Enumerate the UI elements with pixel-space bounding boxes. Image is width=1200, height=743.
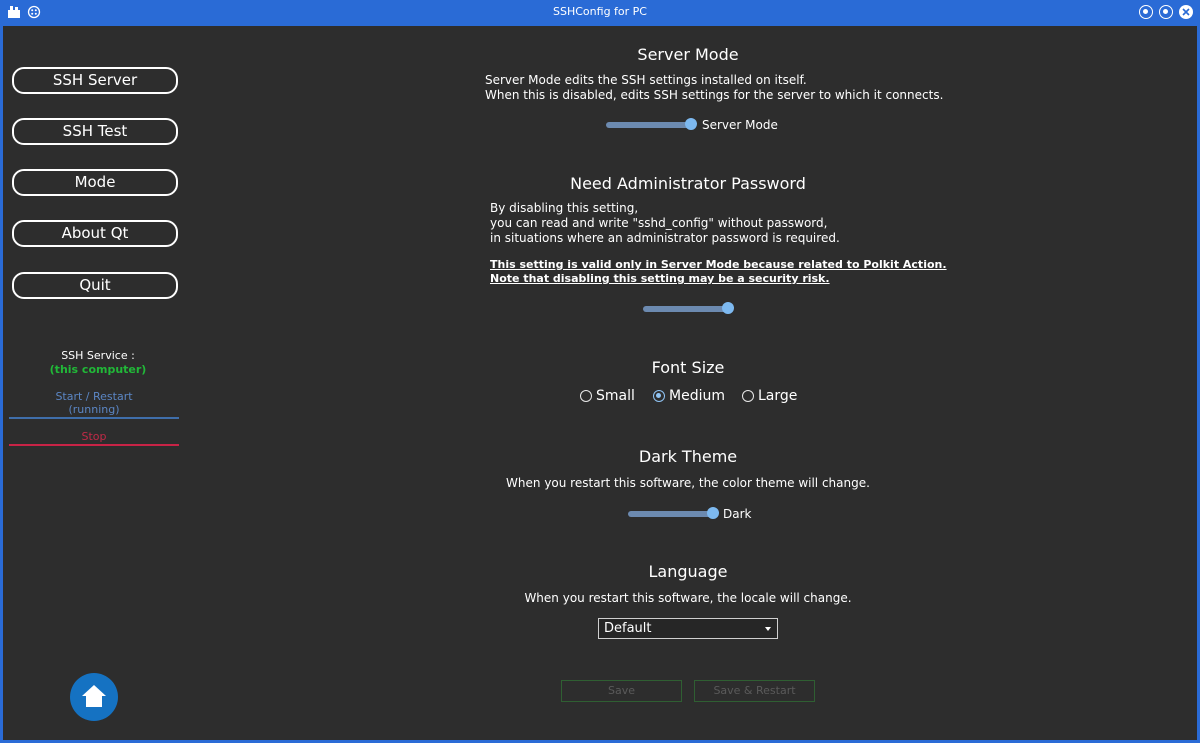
app-window: SSHConfig for PC SSH Server SSH Test Mod… — [0, 0, 1200, 743]
admin-desc-line3: in situations where an administrator pas… — [490, 231, 840, 245]
font-size-small-radio[interactable]: Small — [580, 388, 635, 404]
admin-password-toggle[interactable] — [643, 302, 735, 316]
radio-indicator-selected — [653, 390, 665, 402]
font-size-large-label: Large — [758, 388, 798, 404]
sidebar: SSH Server SSH Test Mode About Qt Quit S… — [3, 26, 193, 740]
server-mode-title: Server Mode — [637, 45, 739, 64]
dark-theme-toggle-label: Dark — [723, 507, 752, 521]
language-description: When you restart this software, the loca… — [524, 591, 852, 605]
mode-button[interactable]: Mode — [12, 169, 178, 196]
font-size-small-label: Small — [596, 388, 635, 404]
dark-theme-title: Dark Theme — [638, 447, 738, 466]
language-title: Language — [648, 562, 728, 581]
quit-button[interactable]: Quit — [12, 272, 178, 299]
start-restart-button[interactable]: Start / Restart (running) — [9, 390, 179, 419]
home-button[interactable] — [70, 673, 118, 721]
settings-panel: Server Mode Server Mode edits the SSH se… — [193, 26, 1197, 740]
language-select[interactable]: Default — [598, 618, 778, 639]
ssh-server-button[interactable]: SSH Server — [12, 67, 178, 94]
admin-warning-line1: This setting is valid only in Server Mod… — [490, 258, 947, 271]
radio-indicator — [742, 390, 754, 402]
font-size-large-radio[interactable]: Large — [742, 388, 797, 404]
maximize-button[interactable] — [1159, 5, 1173, 19]
admin-desc-line1: By disabling this setting, — [490, 201, 639, 215]
home-icon — [82, 685, 106, 707]
title-bar: SSHConfig for PC — [3, 0, 1197, 26]
ssh-service-label: SSH Service : — [61, 349, 135, 362]
server-mode-desc-line2: When this is disabled, edits SSH setting… — [485, 88, 944, 102]
start-restart-label: Start / Restart — [55, 390, 133, 403]
dark-theme-toggle[interactable] — [628, 507, 720, 521]
save-restart-button[interactable]: Save & Restart — [694, 680, 815, 702]
language-select-value: Default — [604, 621, 652, 636]
font-size-title: Font Size — [651, 358, 725, 377]
save-button[interactable]: Save — [561, 680, 682, 702]
admin-password-warning: This setting is valid only in Server Mod… — [490, 258, 947, 286]
admin-warning-line2: Note that disabling this setting may be … — [490, 272, 830, 285]
ssh-service-target: (this computer) — [49, 363, 147, 376]
stop-button[interactable]: Stop — [9, 430, 179, 446]
admin-password-title: Need Administrator Password — [570, 174, 806, 193]
server-mode-desc-line1: Server Mode edits the SSH settings insta… — [485, 73, 807, 87]
close-icon — [1182, 8, 1190, 16]
font-size-medium-label: Medium — [669, 388, 725, 404]
about-qt-button[interactable]: About Qt — [12, 220, 178, 247]
font-size-medium-radio[interactable]: Medium — [653, 388, 725, 404]
radio-indicator — [580, 390, 592, 402]
admin-desc-line2: you can read and write "sshd_config" wit… — [490, 216, 828, 230]
service-status: (running) — [68, 403, 120, 416]
minimize-button[interactable] — [1139, 5, 1153, 19]
server-mode-toggle[interactable] — [606, 118, 698, 132]
chevron-down-icon — [765, 627, 771, 631]
ssh-test-button[interactable]: SSH Test — [12, 118, 178, 145]
server-mode-description: Server Mode edits the SSH settings insta… — [485, 73, 943, 103]
admin-password-description: By disabling this setting, you can read … — [490, 201, 840, 246]
dark-theme-description: When you restart this software, the colo… — [506, 476, 870, 490]
window-title: SSHConfig for PC — [553, 5, 647, 18]
close-button[interactable] — [1179, 5, 1193, 19]
server-mode-toggle-label: Server Mode — [702, 118, 778, 132]
